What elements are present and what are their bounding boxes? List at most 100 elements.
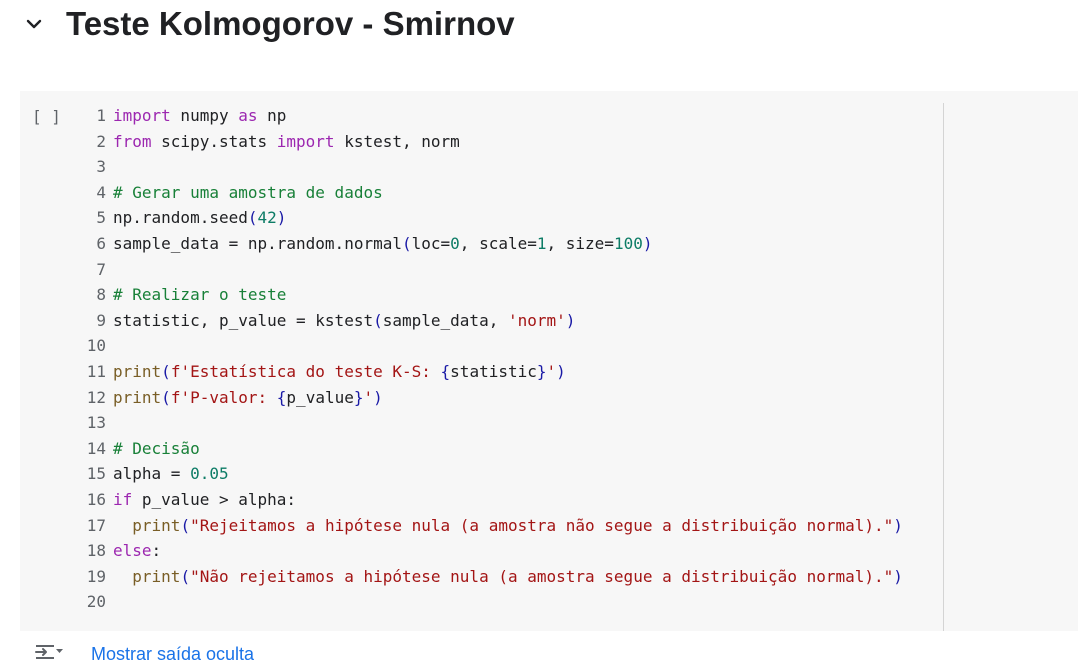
output-toggle-icon[interactable] (34, 642, 64, 662)
code-line[interactable]: 16 if p_value > alpha: (76, 487, 1076, 513)
code-token: "Não rejeitamos a hipótese nula (a amost… (190, 566, 894, 586)
line-number: 2 (96, 131, 106, 151)
code-line[interactable]: 5 np.random.seed(42) (76, 205, 1076, 231)
code-token: ) (642, 234, 653, 253)
code-token: loc= (411, 234, 451, 253)
line-number: 7 (96, 259, 106, 279)
code-token: } (353, 387, 364, 407)
code-token: statistic, p_value = kstest (113, 310, 374, 330)
code-line[interactable]: 3 (76, 154, 1076, 180)
code-token: print (113, 362, 162, 381)
code-token: ) (893, 515, 903, 535)
code-editor[interactable]: 1 import numpy as np 2 from scipy.stats imp… (76, 103, 1056, 619)
code-line[interactable]: 9 statistic, p_value = kstest(sample_data… (76, 308, 1076, 334)
code-token: 'norm' (507, 310, 566, 330)
line-number: 5 (96, 208, 106, 228)
code-token: ) (565, 310, 576, 330)
code-cell[interactable]: [ ] 1 import numpy as np 2 from scipy.stats… (20, 91, 1078, 631)
line-number: 16 (86, 490, 106, 509)
code-line[interactable]: 7 (76, 257, 1076, 283)
code-token: ) (276, 208, 287, 228)
code-line[interactable]: 8 # Realizar o teste (76, 282, 1076, 308)
code-token: sample_data = np.random.normal (113, 234, 402, 253)
code-token: import (113, 106, 171, 125)
line-number: 17 (86, 515, 106, 535)
code-token: as (238, 106, 258, 125)
code-token: if (113, 490, 133, 509)
code-token: } (536, 362, 547, 381)
code-line[interactable]: 11 print(f'Estatística do teste K-S: {sta… (76, 359, 1076, 385)
code-line[interactable]: 13 (76, 410, 1076, 436)
line-number: 12 (86, 387, 106, 407)
run-cell-button[interactable]: [ ] (32, 107, 61, 126)
chevron-down-icon[interactable] (22, 12, 46, 36)
code-token: statistic (450, 362, 537, 381)
code-token: p_value (286, 387, 354, 407)
code-token: : (151, 541, 162, 561)
output-bar: Mostrar saída oculta (0, 636, 1078, 663)
line-number: 8 (96, 285, 106, 305)
code-token: kstest, norm (334, 131, 460, 151)
code-token: from (113, 131, 152, 151)
code-token: , size= (546, 234, 614, 253)
line-number: 18 (86, 541, 106, 561)
line-number: 4 (96, 182, 106, 202)
code-token: print (113, 387, 162, 407)
line-number: 15 (86, 464, 106, 484)
code-token: numpy (170, 106, 239, 125)
code-line[interactable]: 4 # Gerar uma amostra de dados (76, 180, 1076, 206)
code-token: f'P-valor: (170, 387, 277, 407)
code-token: print (132, 566, 181, 586)
code-line[interactable]: 20 (76, 589, 1076, 615)
code-token: scipy.stats (151, 131, 277, 151)
code-line[interactable]: 17 print("Rejeitamos a hipótese nula (a … (76, 513, 1076, 539)
code-token: p_value > alpha: (132, 490, 297, 509)
code-token: ( (401, 234, 412, 253)
code-token: ' (363, 387, 374, 407)
code-line[interactable]: 14 # Decisão (76, 436, 1076, 462)
code-line[interactable]: 15 alpha = 0.05 (76, 461, 1076, 487)
code-token: ( (180, 566, 191, 586)
code-token: ( (161, 362, 171, 381)
code-line[interactable]: 6 sample_data = np.random.normal(loc=0 , s… (76, 231, 1076, 257)
code-token: import (276, 131, 335, 151)
code-line[interactable]: 2 from scipy.stats import kstest, norm (76, 129, 1076, 155)
code-token: 0.05 (190, 464, 229, 484)
code-token: 42 (257, 208, 277, 228)
code-line[interactable]: 1 import numpy as np (76, 103, 1076, 129)
code-token: ) (373, 387, 383, 407)
code-token: { (440, 362, 451, 381)
section-title: Teste Kolmogorov - Smirnov (66, 5, 515, 42)
code-token: ) (893, 566, 903, 586)
code-token: np (257, 106, 287, 125)
code-token: # Realizar o teste (113, 285, 287, 305)
editor-ruler (943, 103, 944, 631)
code-token: ' (546, 362, 557, 381)
line-number: 11 (86, 362, 106, 381)
line-number: 19 (86, 566, 106, 586)
code-token: ( (247, 208, 258, 228)
show-hidden-output-link[interactable]: Mostrar saída oculta (91, 644, 254, 663)
line-number: 9 (96, 310, 106, 330)
code-line[interactable]: 10 (76, 333, 1076, 359)
line-number: 10 (86, 336, 106, 356)
code-line[interactable]: 12 print(f'P-valor: {p_value}') (76, 385, 1076, 411)
code-token: np.random.seed (113, 208, 248, 228)
line-number: 1 (96, 106, 106, 125)
code-token: ( (161, 387, 171, 407)
code-line[interactable]: 19 print("Não rejeitamos a hipótese nula… (76, 564, 1076, 590)
line-number: 20 (86, 592, 106, 612)
code-token: print (132, 515, 181, 535)
code-token: 1 (536, 234, 547, 253)
line-number: 6 (96, 234, 106, 253)
code-line[interactable]: 18 else: (76, 538, 1076, 564)
line-number: 13 (86, 413, 106, 433)
code-token: 0 (450, 234, 460, 253)
line-number: 3 (96, 157, 106, 177)
code-token: # Gerar uma amostra de dados (113, 182, 383, 202)
code-token: # Decisão (113, 438, 200, 458)
code-token: alpha = (113, 464, 191, 484)
section-header: Teste Kolmogorov - Smirnov (0, 0, 1078, 52)
